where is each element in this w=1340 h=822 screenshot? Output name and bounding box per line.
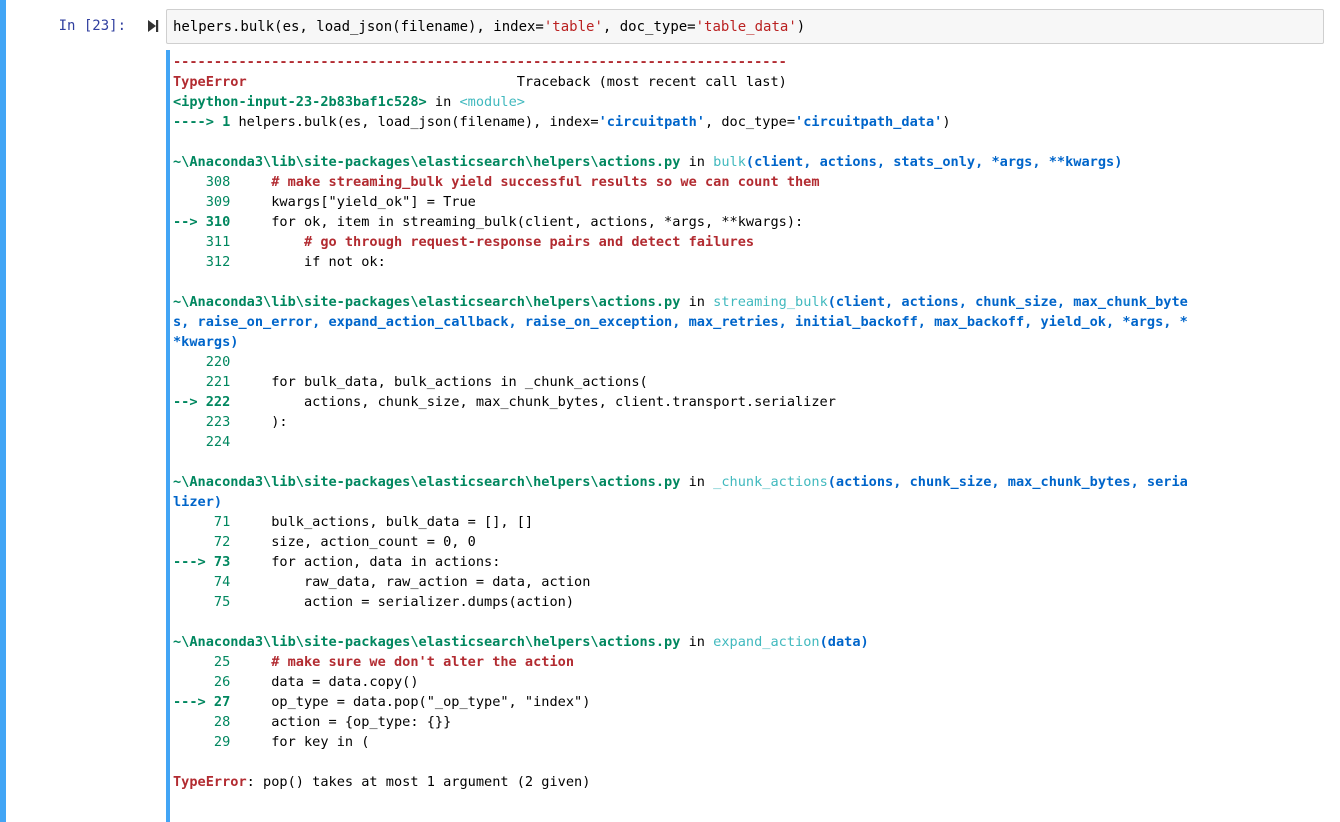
line-number: 220 (173, 354, 231, 370)
code-text: for ok, item in streaming_bulk(client, a… (271, 214, 804, 230)
in-word: in (680, 294, 714, 310)
code-text: for bulk_data, bulk_actions in _chunk_ac… (271, 374, 648, 390)
code-text: data = data.copy() (271, 674, 419, 690)
first-end: ) (942, 114, 951, 130)
frame3-func: _chunk_actions (713, 474, 828, 490)
code-line: helpers.bulk(es, load_json(filename), in… (173, 17, 805, 37)
module-ref: <module> (459, 94, 525, 110)
input-prompt: In [23]: (58, 18, 126, 34)
frame2-args: (client, actions, chunk_size, max_chunk_… (827, 294, 1188, 310)
first-str1: 'circuitpath' (598, 114, 705, 130)
traceback-header: Traceback (most recent call last) (516, 74, 787, 90)
code-text: op_type = data.pop("_op_type", "index") (271, 694, 591, 710)
cell-selection-bar (0, 0, 6, 822)
first-str2: 'circuitpath_data' (795, 114, 943, 130)
code-comment: # make sure we don't alter the action (271, 654, 575, 670)
line-number: 72 (173, 534, 231, 550)
line-number-current: ---> 73 (173, 554, 231, 570)
code-text: action = {op_type: {}} (271, 714, 452, 730)
line-number: 75 (173, 594, 231, 610)
code-text: ) (796, 19, 806, 35)
frame4-func: expand_action (713, 634, 820, 650)
frame3-path: ~\Anaconda3\lib\site-packages\elasticsea… (173, 474, 681, 490)
input-ref: <ipython-input-23-2b83baf1c528> (173, 94, 427, 110)
first-arrow: ----> 1 (173, 114, 239, 130)
code-text: kwargs["yield_ok"] = True (271, 194, 476, 210)
line-number: 74 (173, 574, 231, 590)
frame3-args-cont: lizer) (173, 494, 223, 510)
line-number: 308 (173, 174, 231, 190)
code-comment: # go through request-response pairs and … (271, 234, 755, 250)
frame1-func: bulk (713, 154, 746, 170)
code-string: 'table_data' (695, 19, 797, 35)
in-word: in (680, 634, 714, 650)
code-text: raw_data, raw_action = data, action (271, 574, 591, 590)
line-number: 26 (173, 674, 231, 690)
frame2-path: ~\Anaconda3\lib\site-packages\elasticsea… (173, 294, 681, 310)
code-string: 'table' (543, 19, 603, 35)
in-word: in (680, 474, 714, 490)
code-text: for action, data in actions: (271, 554, 501, 570)
error-type: TypeError (173, 74, 247, 90)
code-text: ): (271, 414, 288, 430)
code-comment: # make streaming_bulk yield successful r… (271, 174, 820, 190)
code-text: bulk_actions, bulk_data = [], [] (271, 514, 534, 530)
output-scroll-bar[interactable] (166, 50, 170, 822)
line-number: 309 (173, 194, 231, 210)
line-number: 29 (173, 734, 231, 750)
final-error-message: : pop() takes at most 1 argument (2 give… (246, 774, 591, 790)
traceback-dashes: ----------------------------------------… (173, 54, 787, 70)
line-number: 223 (173, 414, 231, 430)
frame4-path: ~\Anaconda3\lib\site-packages\elasticsea… (173, 634, 681, 650)
frame1-args: (client, actions, stats_only, *args, **k… (745, 154, 1123, 170)
code-text: action = serializer.dumps(action) (271, 594, 575, 610)
frame1-path: ~\Anaconda3\lib\site-packages\elasticsea… (173, 154, 681, 170)
code-text: , doc_type= (602, 19, 696, 35)
first-code: helpers.bulk(es, load_json(filename), in… (238, 114, 599, 130)
first-mid: , doc_type= (705, 114, 796, 130)
frame4-args: (data) (819, 634, 869, 650)
step-icon[interactable] (146, 19, 160, 33)
traceback-output: ----------------------------------------… (173, 52, 1323, 792)
line-number: 25 (173, 654, 231, 670)
final-error-type: TypeError (173, 774, 247, 790)
in-word: in (680, 154, 714, 170)
in-word: in (426, 94, 460, 110)
frame3-args: (actions, chunk_size, max_chunk_bytes, s… (827, 474, 1188, 490)
line-number-current: --> 222 (173, 394, 231, 410)
code-text: if not ok: (271, 254, 386, 270)
frame2-func: streaming_bulk (713, 294, 828, 310)
code-text: for key in ( (271, 734, 370, 750)
frame2-args-cont: s, raise_on_error, expand_action_callbac… (173, 314, 1188, 330)
line-number-current: --> 310 (173, 214, 231, 230)
frame2-args-end: *kwargs) (173, 334, 239, 350)
line-number-current: ---> 27 (173, 694, 231, 710)
code-input-area[interactable]: helpers.bulk(es, load_json(filename), in… (166, 9, 1324, 44)
line-number: 224 (173, 434, 231, 450)
code-text: helpers.bulk(es, load_json(filename), in… (173, 19, 544, 35)
code-text: actions, chunk_size, max_chunk_bytes, cl… (271, 394, 836, 410)
line-number: 71 (173, 514, 231, 530)
code-text: size, action_count = 0, 0 (271, 534, 476, 550)
line-number: 311 (173, 234, 231, 250)
line-number: 221 (173, 374, 231, 390)
line-number: 28 (173, 714, 231, 730)
line-number: 312 (173, 254, 231, 270)
